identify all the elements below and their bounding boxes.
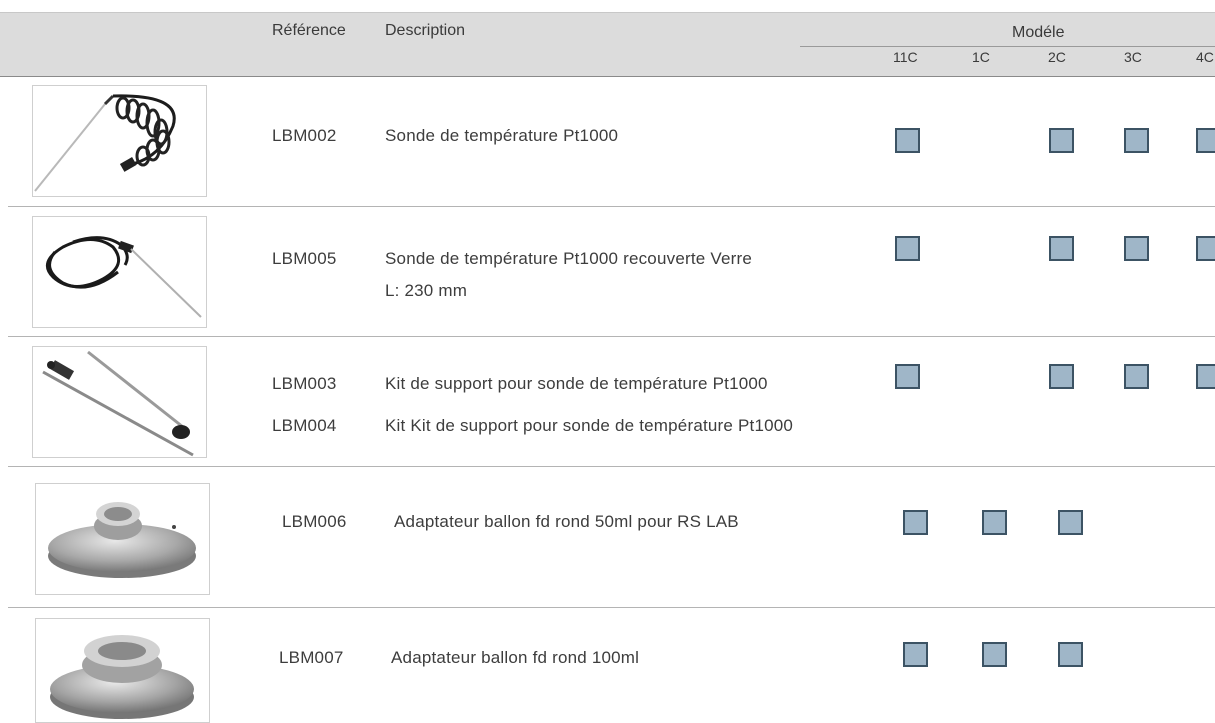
availability-mark xyxy=(1124,364,1149,389)
model-column-header: Modéle xyxy=(1012,24,1065,41)
availability-mark xyxy=(895,236,920,261)
row-separator xyxy=(8,336,1215,337)
availability-mark xyxy=(1196,128,1215,153)
availability-mark xyxy=(895,128,920,153)
availability-mark xyxy=(903,510,928,535)
availability-mark xyxy=(1049,128,1074,153)
length-note-lbm005: L: 230 mm xyxy=(385,281,468,300)
header-top-rule xyxy=(0,12,1215,13)
table-header xyxy=(0,12,1215,77)
description-column-header: Description xyxy=(385,22,466,39)
availability-mark xyxy=(1049,364,1074,389)
availability-mark xyxy=(1049,236,1074,261)
description-lbm002: Sonde de température Pt1000 xyxy=(385,126,619,145)
description-lbm007: Adaptateur ballon fd rond 100ml xyxy=(391,648,640,667)
description-lbm005: Sonde de température Pt1000 recouverte V… xyxy=(385,249,752,268)
description-lbm003: Kit de support pour sonde de température… xyxy=(385,374,768,393)
reference-lbm007: LBM007 xyxy=(279,648,344,667)
availability-mark xyxy=(1124,128,1149,153)
reference-lbm003: LBM003 xyxy=(272,374,337,393)
availability-mark xyxy=(895,364,920,389)
model-1c-header: 1C xyxy=(972,49,990,65)
availability-mark xyxy=(982,642,1007,667)
model-header-rule xyxy=(800,46,1215,47)
model-3c-header: 3C xyxy=(1124,49,1142,65)
reference-column-header: Référence xyxy=(272,22,346,39)
model-4c-header: 4C xyxy=(1196,49,1214,65)
availability-mark xyxy=(1196,236,1215,261)
reference-lbm004: LBM004 xyxy=(272,416,337,435)
availability-mark xyxy=(1124,236,1149,261)
reference-lbm002: LBM002 xyxy=(272,126,337,145)
probe-glass-coated-image xyxy=(32,216,207,328)
probe-coiled-cable-image xyxy=(32,85,207,197)
row-separator xyxy=(8,607,1215,608)
availability-mark xyxy=(1058,642,1083,667)
availability-mark xyxy=(1196,364,1215,389)
header-bottom-rule xyxy=(0,76,1215,77)
reference-lbm005: LBM005 xyxy=(272,249,337,268)
description-lbm006: Adaptateur ballon fd rond 50ml pour RS L… xyxy=(394,512,739,531)
row-separator xyxy=(8,466,1215,467)
model-11c-header: 11C xyxy=(893,49,918,65)
availability-mark xyxy=(903,642,928,667)
availability-mark xyxy=(1058,510,1083,535)
model-2c-header: 2C xyxy=(1048,49,1066,65)
reference-lbm006: LBM006 xyxy=(282,512,347,531)
row-separator xyxy=(8,206,1215,207)
availability-mark xyxy=(982,510,1007,535)
description-lbm004: Kit Kit de support pour sonde de tempéra… xyxy=(385,416,794,435)
flask-adapter-50ml-image xyxy=(35,483,210,595)
probe-support-kit-image xyxy=(32,346,207,458)
flask-adapter-100ml-image xyxy=(35,618,210,723)
